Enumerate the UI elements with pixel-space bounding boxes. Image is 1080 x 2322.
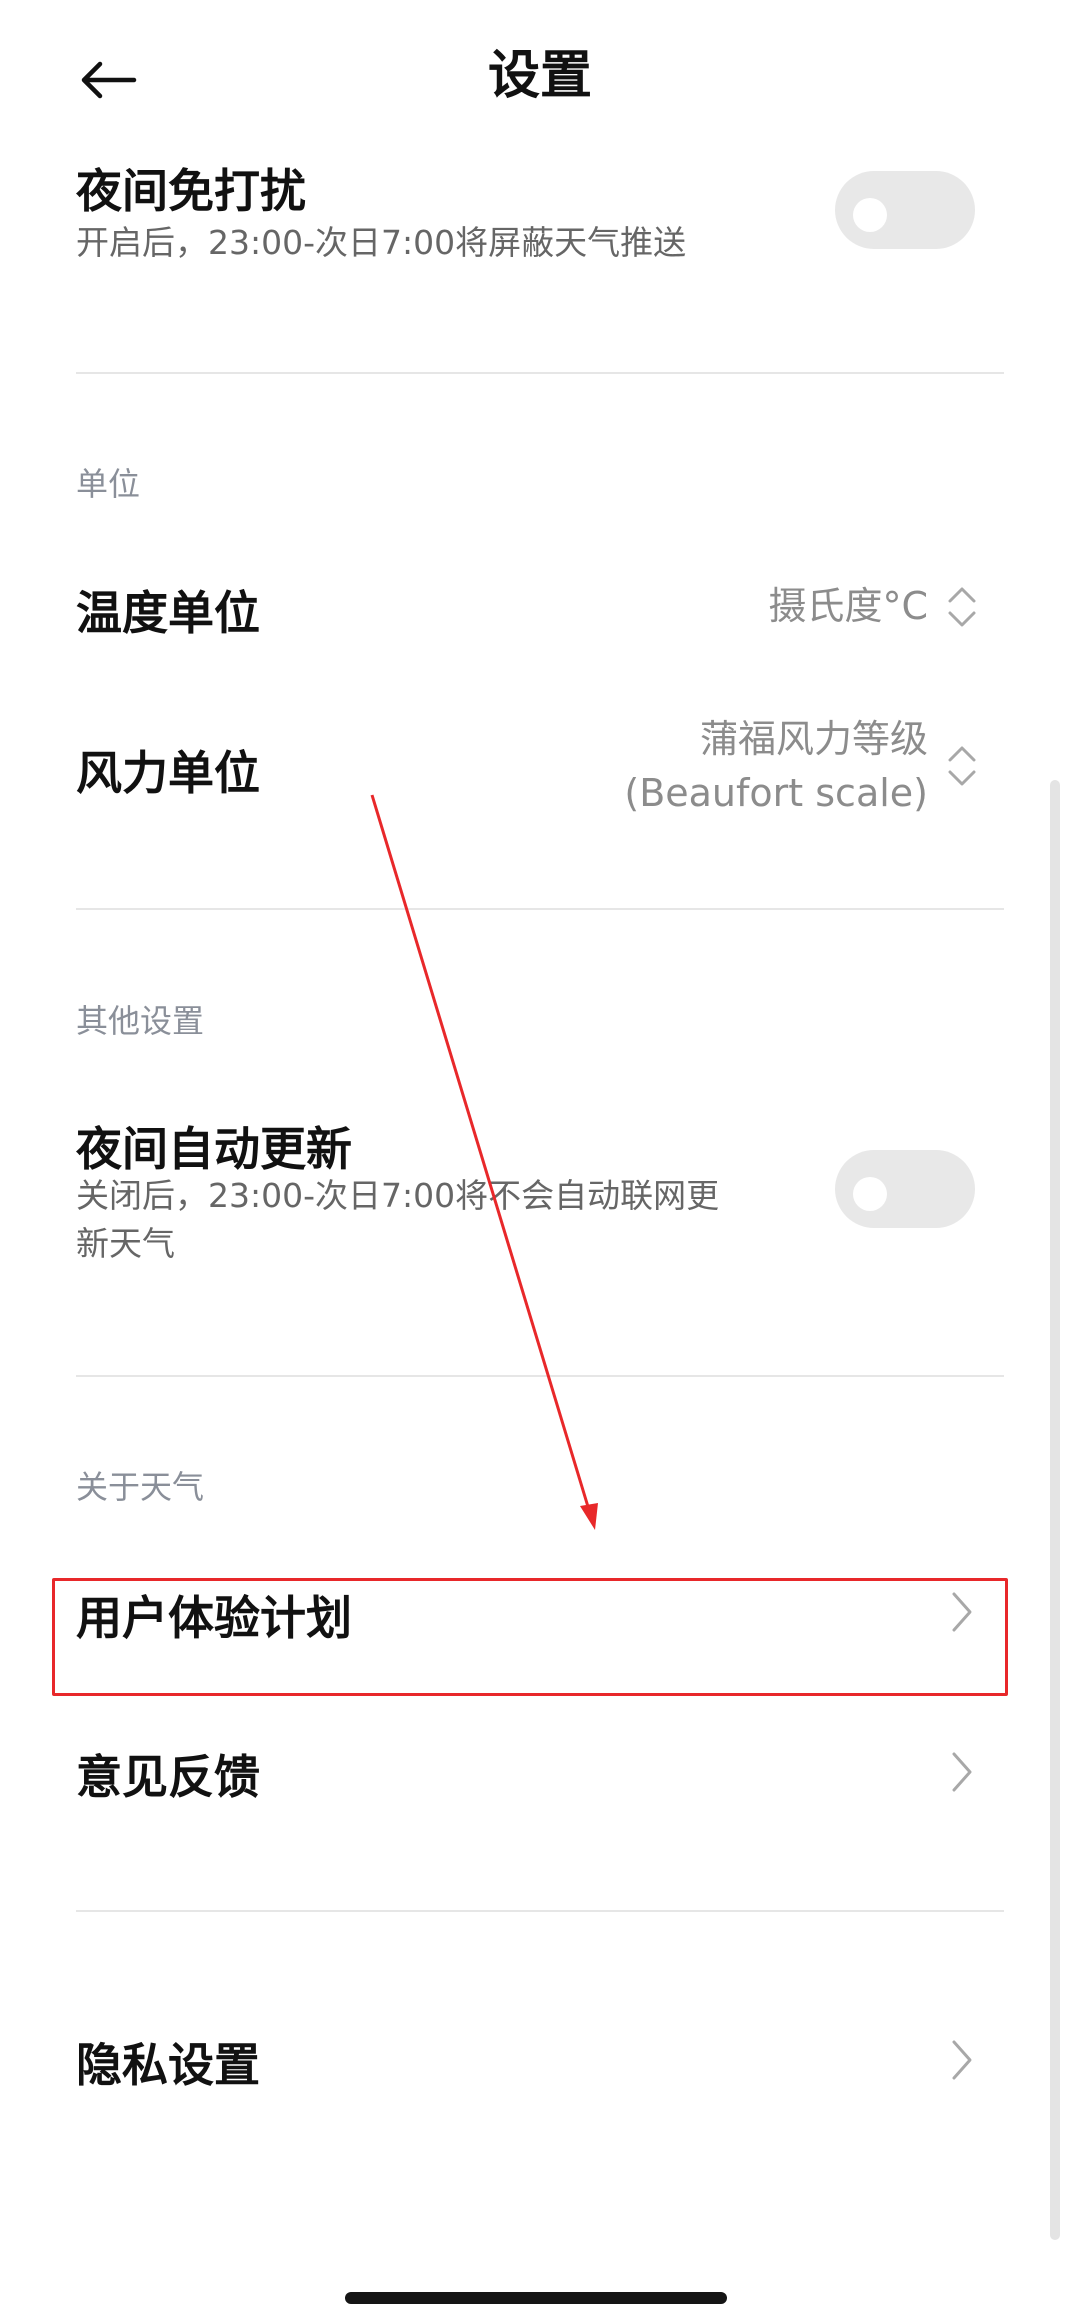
highlight-box bbox=[52, 1578, 1008, 1696]
wind-unit-title: 风力单位 bbox=[76, 746, 260, 800]
night-auto-update-subtitle-line2: 新天气 bbox=[76, 1224, 175, 1263]
chevron-right-icon bbox=[952, 1752, 972, 1792]
section-label-other-settings: 其他设置 bbox=[76, 1002, 205, 1040]
night-dnd-toggle[interactable] bbox=[835, 171, 975, 249]
divider bbox=[76, 372, 1004, 374]
chevron-right-icon bbox=[952, 2040, 972, 2080]
home-indicator bbox=[345, 2292, 727, 2304]
divider bbox=[76, 1910, 1004, 1912]
night-auto-update-toggle[interactable] bbox=[835, 1150, 975, 1228]
temperature-unit-value: 摄氏度°C bbox=[768, 584, 928, 628]
feedback-label: 意见反馈 bbox=[76, 1750, 260, 1804]
night-auto-update-title: 夜间自动更新 bbox=[76, 1122, 352, 1176]
divider bbox=[76, 908, 1004, 910]
wind-unit-value-line1: 蒲福风力等级 bbox=[699, 717, 928, 761]
wind-unit-value-line2: (Beaufort scale) bbox=[624, 771, 928, 815]
temperature-unit-title: 温度单位 bbox=[76, 586, 260, 640]
section-label-about: 关于天气 bbox=[76, 1468, 205, 1506]
scrollbar[interactable] bbox=[1050, 780, 1060, 2240]
toggle-knob bbox=[853, 1177, 887, 1211]
toggle-knob bbox=[853, 198, 887, 232]
night-dnd-subtitle: 开启后，23:00-次日7:00将屏蔽天气推送 bbox=[76, 223, 687, 262]
divider bbox=[76, 1375, 1004, 1377]
night-auto-update-subtitle-line1: 关闭后，23:00-次日7:00将不会自动联网更 bbox=[76, 1176, 720, 1215]
chevron-up-down-icon bbox=[948, 587, 976, 627]
section-label-units: 单位 bbox=[76, 465, 141, 503]
page-title: 设置 bbox=[487, 46, 592, 106]
privacy-settings-label: 隐私设置 bbox=[76, 2038, 260, 2092]
night-dnd-title: 夜间免打扰 bbox=[76, 164, 306, 218]
chevron-up-down-icon bbox=[948, 746, 976, 786]
